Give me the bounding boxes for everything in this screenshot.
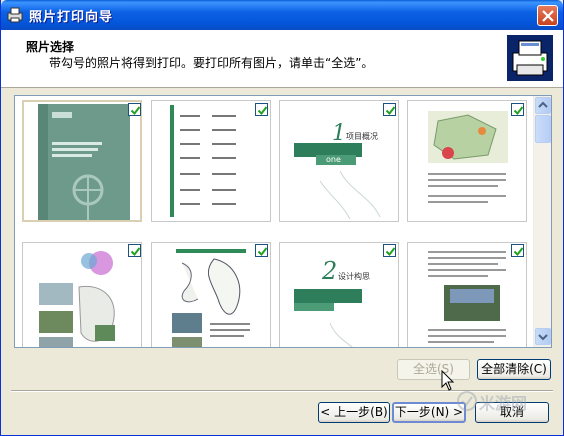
photo-gallery[interactable]: 1 项目概况 one 2 设计构思: [14, 95, 552, 348]
select-all-button[interactable]: 全选(S): [397, 359, 470, 380]
photo-print-wizard-window: 照片打印向导 照片选择 带勾号的照片将得到打印。要打印所有图片，请单击“全选”。: [0, 0, 564, 436]
cover-page-image: [38, 104, 130, 220]
check-icon: [513, 106, 524, 116]
chapter-2-number: 2: [322, 257, 338, 285]
thumbnail-checkbox[interactable]: [255, 244, 268, 257]
chapter-1-subtitle: one: [326, 155, 341, 164]
chapter-1-title: 项目概况: [346, 132, 378, 141]
arrow-down-icon: [538, 334, 548, 341]
thumbnail-checkbox[interactable]: [128, 244, 141, 257]
contents-page-image: [170, 105, 252, 217]
thumbnail-checkbox[interactable]: [383, 103, 396, 116]
thumbnail-checkbox[interactable]: [128, 103, 141, 116]
clear-all-button[interactable]: 全部清除(C): [477, 359, 551, 380]
arrow-up-icon: [538, 101, 548, 108]
thumbnail-checkbox[interactable]: [511, 103, 524, 116]
check-icon: [385, 247, 396, 257]
page-description: 带勾号的照片将得到打印。要打印所有图片，请单击“全选”。: [49, 56, 374, 70]
thumbnail-cover[interactable]: [22, 100, 142, 222]
check-icon: [130, 106, 141, 116]
watermark-logo-icon: [457, 391, 477, 411]
close-icon: [542, 10, 554, 22]
thumbnail-sketch-page[interactable]: [151, 242, 271, 347]
check-icon: [513, 247, 524, 257]
scroll-down-button[interactable]: [535, 328, 551, 345]
sketch-page-image: [162, 245, 260, 347]
back-button[interactable]: < 上一步(B): [318, 402, 390, 423]
thumbnail-checkbox[interactable]: [383, 244, 396, 257]
printer-wizard-icon: [507, 35, 553, 81]
check-icon: [257, 247, 268, 257]
map-photos-page-image: [37, 245, 133, 347]
chapter-2-page-image: [290, 245, 388, 347]
next-button[interactable]: 下一步(N) >: [392, 402, 466, 423]
thumbnail-contents[interactable]: [151, 100, 271, 222]
thumbnail-checkbox[interactable]: [255, 103, 268, 116]
thumbnail-map-page[interactable]: [407, 100, 527, 222]
close-button[interactable]: [537, 5, 558, 26]
vertical-scrollbar[interactable]: [533, 96, 551, 347]
check-icon: [130, 247, 141, 257]
check-icon: [257, 106, 268, 116]
printer-app-icon: [7, 7, 23, 23]
text-photos-page-image: [416, 245, 518, 347]
window-title: 照片打印向导: [29, 10, 114, 25]
chapter-2-title: 设计构思: [338, 272, 370, 281]
mouse-cursor-icon: [441, 370, 455, 391]
wizard-header: 照片选择 带勾号的照片将得到打印。要打印所有图片，请单击“全选”。: [1, 30, 563, 88]
title-bar[interactable]: 照片打印向导: [1, 0, 563, 30]
scroll-up-button[interactable]: [535, 97, 551, 114]
page-title: 照片选择: [26, 40, 75, 54]
chapter-1-number: 1: [332, 121, 346, 146]
map-page-image: [416, 103, 518, 219]
thumbnail-chapter-1[interactable]: 1 项目概况 one: [279, 100, 399, 222]
thumbnail-grid: 1 项目概况 one 2 设计构思: [15, 96, 533, 347]
thumbnail-text-photos[interactable]: [407, 242, 527, 347]
thumbnail-chapter-2[interactable]: 2 设计构思: [279, 242, 399, 347]
watermark-text: 米游网: [479, 394, 528, 413]
thumbnail-map-photos[interactable]: [22, 242, 142, 347]
thumbnail-checkbox[interactable]: [511, 244, 524, 257]
check-icon: [385, 106, 396, 116]
scroll-thumb[interactable]: [535, 115, 551, 143]
